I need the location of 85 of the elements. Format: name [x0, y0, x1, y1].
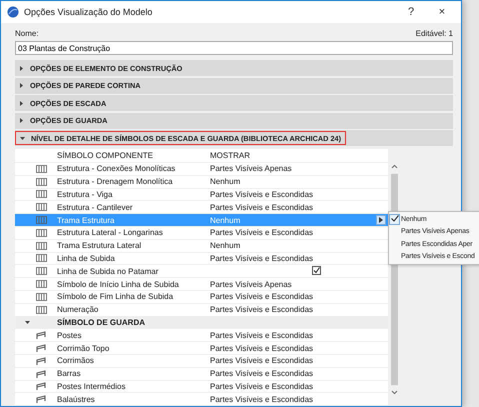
- table-row[interactable]: Barras Partes Visíveis e Escondidas: [15, 368, 388, 381]
- table-row[interactable]: Linha de Subida no Patamar: [15, 265, 388, 278]
- stair-icon: [36, 203, 46, 212]
- check-icon: [313, 267, 320, 274]
- column-header[interactable]: MOSTRAR: [210, 151, 388, 160]
- table-cell[interactable]: Partes Visíveis e Escondidas: [210, 356, 388, 366]
- table-cell-text: Barras: [57, 369, 82, 378]
- table-cell[interactable]: Nenhum: [210, 241, 388, 250]
- table-row[interactable]: Linha de Subida Partes Visíveis e Escondidas: [15, 252, 388, 266]
- name-field[interactable]: 03 Plantas de Construção: [15, 41, 453, 55]
- table-cell-text: Numeração: [57, 305, 100, 314]
- name-label: Nome:: [15, 29, 39, 38]
- table-cell-text: Estrutura - Viga: [57, 190, 114, 199]
- table-cell-text: Postes: [57, 330, 82, 340]
- stair-icon: [36, 292, 46, 301]
- group-label: SÍMBOLO DE GUARDA: [57, 318, 146, 327]
- stair-icon: [36, 280, 46, 288]
- table-cell[interactable]: Partes Visíveis e Escondidas: [210, 369, 388, 378]
- stair-icon: [36, 306, 46, 314]
- caret-icon: [378, 217, 384, 224]
- close-button[interactable]: ×: [429, 6, 455, 18]
- table-row[interactable]: Símbolo de Fim Linha de Subida Partes Visíveis e Escondidas: [15, 290, 388, 304]
- table-cell-text: Estrutura - Drenagem Monolítica: [57, 177, 174, 186]
- table-cell-text: Trama Estrutura Lateral: [57, 241, 142, 250]
- table-row[interactable]: Corrimãos Partes Visíveis e Escondidas: [15, 354, 388, 368]
- table-cell-text: Estrutura Lateral - Longarinas: [57, 228, 164, 238]
- table-cell-text: Balaústres: [57, 394, 96, 404]
- table-cell-text: Postes Intermédios: [57, 382, 126, 391]
- table-row[interactable]: Postes Intermédios Partes Visíveis e Escondidas: [15, 380, 388, 394]
- table-row[interactable]: Estrutura - Cantilever Partes Visíveis e Escondidas: [15, 201, 388, 214]
- window-title: Opções Visualização do Modelo: [24, 7, 154, 17]
- table-row[interactable]: Estrutura Lateral - Longarinas Partes Visíveis e Escondidas: [15, 226, 388, 240]
- check-icon: [390, 214, 398, 222]
- railing-icon: [36, 356, 46, 365]
- table-cell[interactable]: Partes Visíveis e Escondidas: [210, 254, 388, 263]
- railing-icon: [36, 395, 46, 404]
- table-row[interactable]: Numeração Partes Visíveis e Escondidas: [15, 304, 388, 317]
- dropdown-button[interactable]: [376, 215, 386, 226]
- table-cell[interactable]: Partes Visíveis e Escondidas: [210, 330, 388, 340]
- railing-icon: [36, 331, 46, 340]
- checkbox[interactable]: [312, 266, 321, 276]
- stair-icon: [36, 178, 46, 186]
- table-row[interactable]: Símbolo de Início Linha de Subida Partes Visíveis Apenas: [15, 278, 388, 291]
- stair-icon: [36, 216, 46, 224]
- railing-icon: [36, 344, 46, 352]
- table-row[interactable]: Estrutura - Conexões Monolíticas Partes Visíveis Apenas: [15, 163, 388, 176]
- stair-icon: [36, 228, 46, 237]
- table-cell[interactable]: Partes Visíveis e Escondidas: [210, 305, 388, 314]
- table-cell[interactable]: Partes Visíveis Apenas: [210, 280, 388, 289]
- table-cell-text: Estrutura - Conexões Monolíticas: [57, 164, 176, 174]
- table-cell-text: Estrutura - Cantilever: [57, 202, 134, 212]
- stair-icon: [36, 190, 46, 198]
- table-cell[interactable]: Partes Visíveis e Escondidas: [210, 344, 388, 353]
- table-cell-text: Corrimãos: [57, 356, 95, 366]
- table-cell-text: Linha de Subida no Patamar: [57, 266, 160, 276]
- table-row[interactable]: Corrimão Topo Partes Visíveis e Escondidas: [15, 342, 388, 355]
- group-row[interactable]: SÍMBOLO DE GUARDA: [15, 316, 388, 330]
- table-cell[interactable]: Partes Visíveis e Escondidas: [210, 190, 388, 199]
- table-cell-text: Símbolo de Início Linha de Subida: [57, 280, 180, 289]
- table-row[interactable]: Estrutura - Drenagem Monolítica Nenhum: [15, 176, 388, 189]
- column-header[interactable]: SÍMBOLO COMPONENTE: [57, 151, 210, 160]
- table-row[interactable]: Trama Estrutura Lateral Nenhum: [15, 240, 388, 253]
- stair-icon: [36, 254, 46, 262]
- table-cell[interactable]: Partes Visíveis e Escondidas: [210, 394, 388, 404]
- table-cell-text: Trama Estrutura: [57, 216, 116, 225]
- stair-icon: [36, 164, 46, 173]
- editable-label: Editável: 1: [416, 29, 453, 38]
- table-cell-text: Símbolo de Fim Linha de Subida: [57, 292, 174, 302]
- table-cell[interactable]: Partes Visíveis e Escondidas: [210, 228, 388, 238]
- table-cell-text: Corrimão Topo: [57, 344, 110, 353]
- railing-icon: [36, 382, 46, 390]
- table-row[interactable]: Balaústres Partes Visíveis e Escondidas: [15, 393, 388, 406]
- table-cell[interactable]: Partes Visíveis Apenas: [210, 164, 388, 174]
- stair-icon: [36, 242, 46, 250]
- app-logo-icon: [7, 6, 19, 18]
- stair-icon: [36, 267, 46, 276]
- table-cell[interactable]: Nenhum: [210, 177, 388, 186]
- table-row[interactable]: Estrutura - Viga Partes Visíveis e Escondidas: [15, 188, 388, 202]
- table-row[interactable]: Postes Partes Visíveis e Escondidas: [15, 329, 388, 342]
- help-button[interactable]: ?: [398, 6, 424, 18]
- table-cell-text: Linha de Subida: [57, 254, 116, 263]
- railing-icon: [36, 370, 46, 378]
- table-cell[interactable]: Partes Visíveis e Escondidas: [210, 292, 388, 302]
- table-cell[interactable]: Partes Visíveis e Escondidas: [210, 382, 388, 391]
- table-cell[interactable]: Partes Visíveis e Escondidas: [210, 202, 388, 212]
